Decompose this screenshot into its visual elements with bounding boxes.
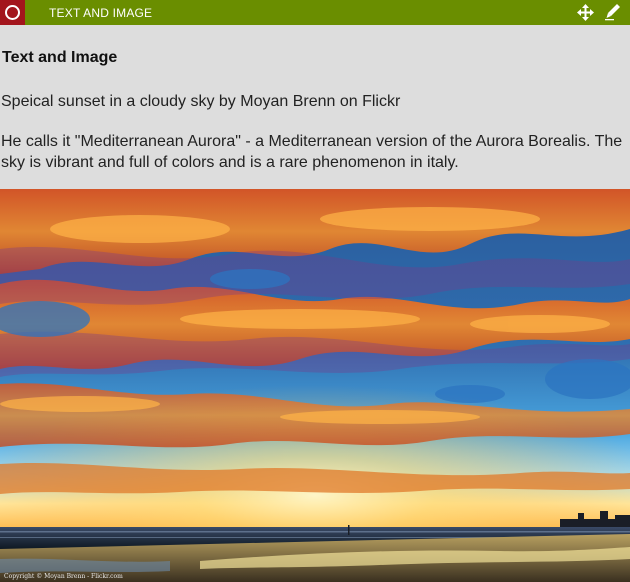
pencil-icon [605,4,620,21]
content-paragraph: He calls it "Mediterranean Aurora" - a M… [1,133,623,171]
move-button[interactable] [577,4,594,21]
widget-header: TEXT AND IMAGE [0,0,630,25]
content-caption: Speical sunset in a cloudy sky by Moyan … [1,93,401,110]
image-copyright: Copyright © Moyan Brenn - Flickr.com [4,573,123,580]
move-arrows-icon [577,4,594,21]
edit-button[interactable] [604,3,622,21]
ring-icon [5,5,20,20]
sunset-photo-art [0,189,630,582]
text-content: Text and Image Speical sunset in a cloud… [0,25,630,189]
text-and-image-widget: TEXT AND IMAGE Text and Image Speical su… [0,0,630,582]
content-heading: Text and Image [2,49,118,66]
widget-title: TEXT AND IMAGE [49,6,153,20]
widget-badge [0,0,25,25]
sunset-photo: Copyright © Moyan Brenn - Flickr.com [0,189,630,582]
